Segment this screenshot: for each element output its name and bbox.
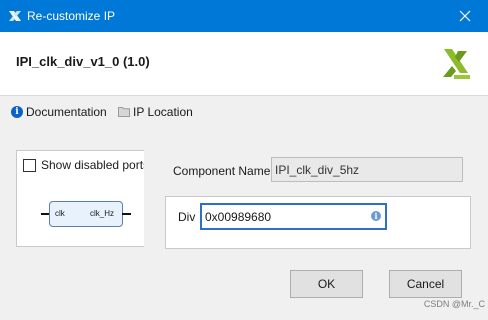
field-info-icon[interactable]: i: [371, 211, 381, 221]
ip-symbol-panel: Show disabled ports clk clk_Hz: [16, 150, 144, 247]
div-input[interactable]: 0x00989680 i: [200, 203, 387, 230]
folder-icon: [118, 107, 130, 117]
info-icon: i: [11, 106, 23, 118]
component-name-field[interactable]: IPI_clk_div_5hz: [271, 157, 463, 182]
brand-logo: [443, 49, 470, 79]
output-pin: [122, 213, 131, 215]
dialog-header: IPI_clk_div_v1_0 (1.0): [0, 32, 488, 96]
ip-title: IPI_clk_div_v1_0 (1.0): [16, 54, 150, 69]
watermark: CSDN @Mr._C: [423, 299, 485, 309]
ip-location-label: IP Location: [133, 105, 193, 119]
ok-button[interactable]: OK: [290, 270, 363, 298]
div-label: Div: [178, 210, 196, 224]
title-bar[interactable]: Re-customize IP: [0, 0, 488, 32]
documentation-label: Documentation: [26, 105, 107, 119]
show-disabled-ports-row[interactable]: Show disabled ports: [23, 159, 144, 173]
close-icon: [459, 10, 471, 22]
documentation-link[interactable]: i Documentation: [11, 106, 107, 120]
parameter-panel: Div 0x00989680 i: [165, 196, 471, 249]
output-port-label: clk_Hz: [90, 209, 115, 218]
window-title: Re-customize IP: [27, 9, 116, 23]
show-disabled-ports-checkbox[interactable]: [23, 159, 36, 172]
app-logo-icon: [9, 11, 21, 21]
ip-location-link[interactable]: IP Location: [118, 106, 193, 120]
cancel-button[interactable]: Cancel: [389, 270, 462, 298]
input-port-label: clk: [55, 209, 65, 218]
close-button[interactable]: [442, 0, 488, 32]
component-name-label: Component Name: [173, 164, 271, 178]
div-value: 0x00989680: [205, 210, 272, 224]
toolbar: i Documentation IP Location: [0, 96, 488, 128]
show-disabled-ports-label: Show disabled ports: [41, 158, 144, 172]
